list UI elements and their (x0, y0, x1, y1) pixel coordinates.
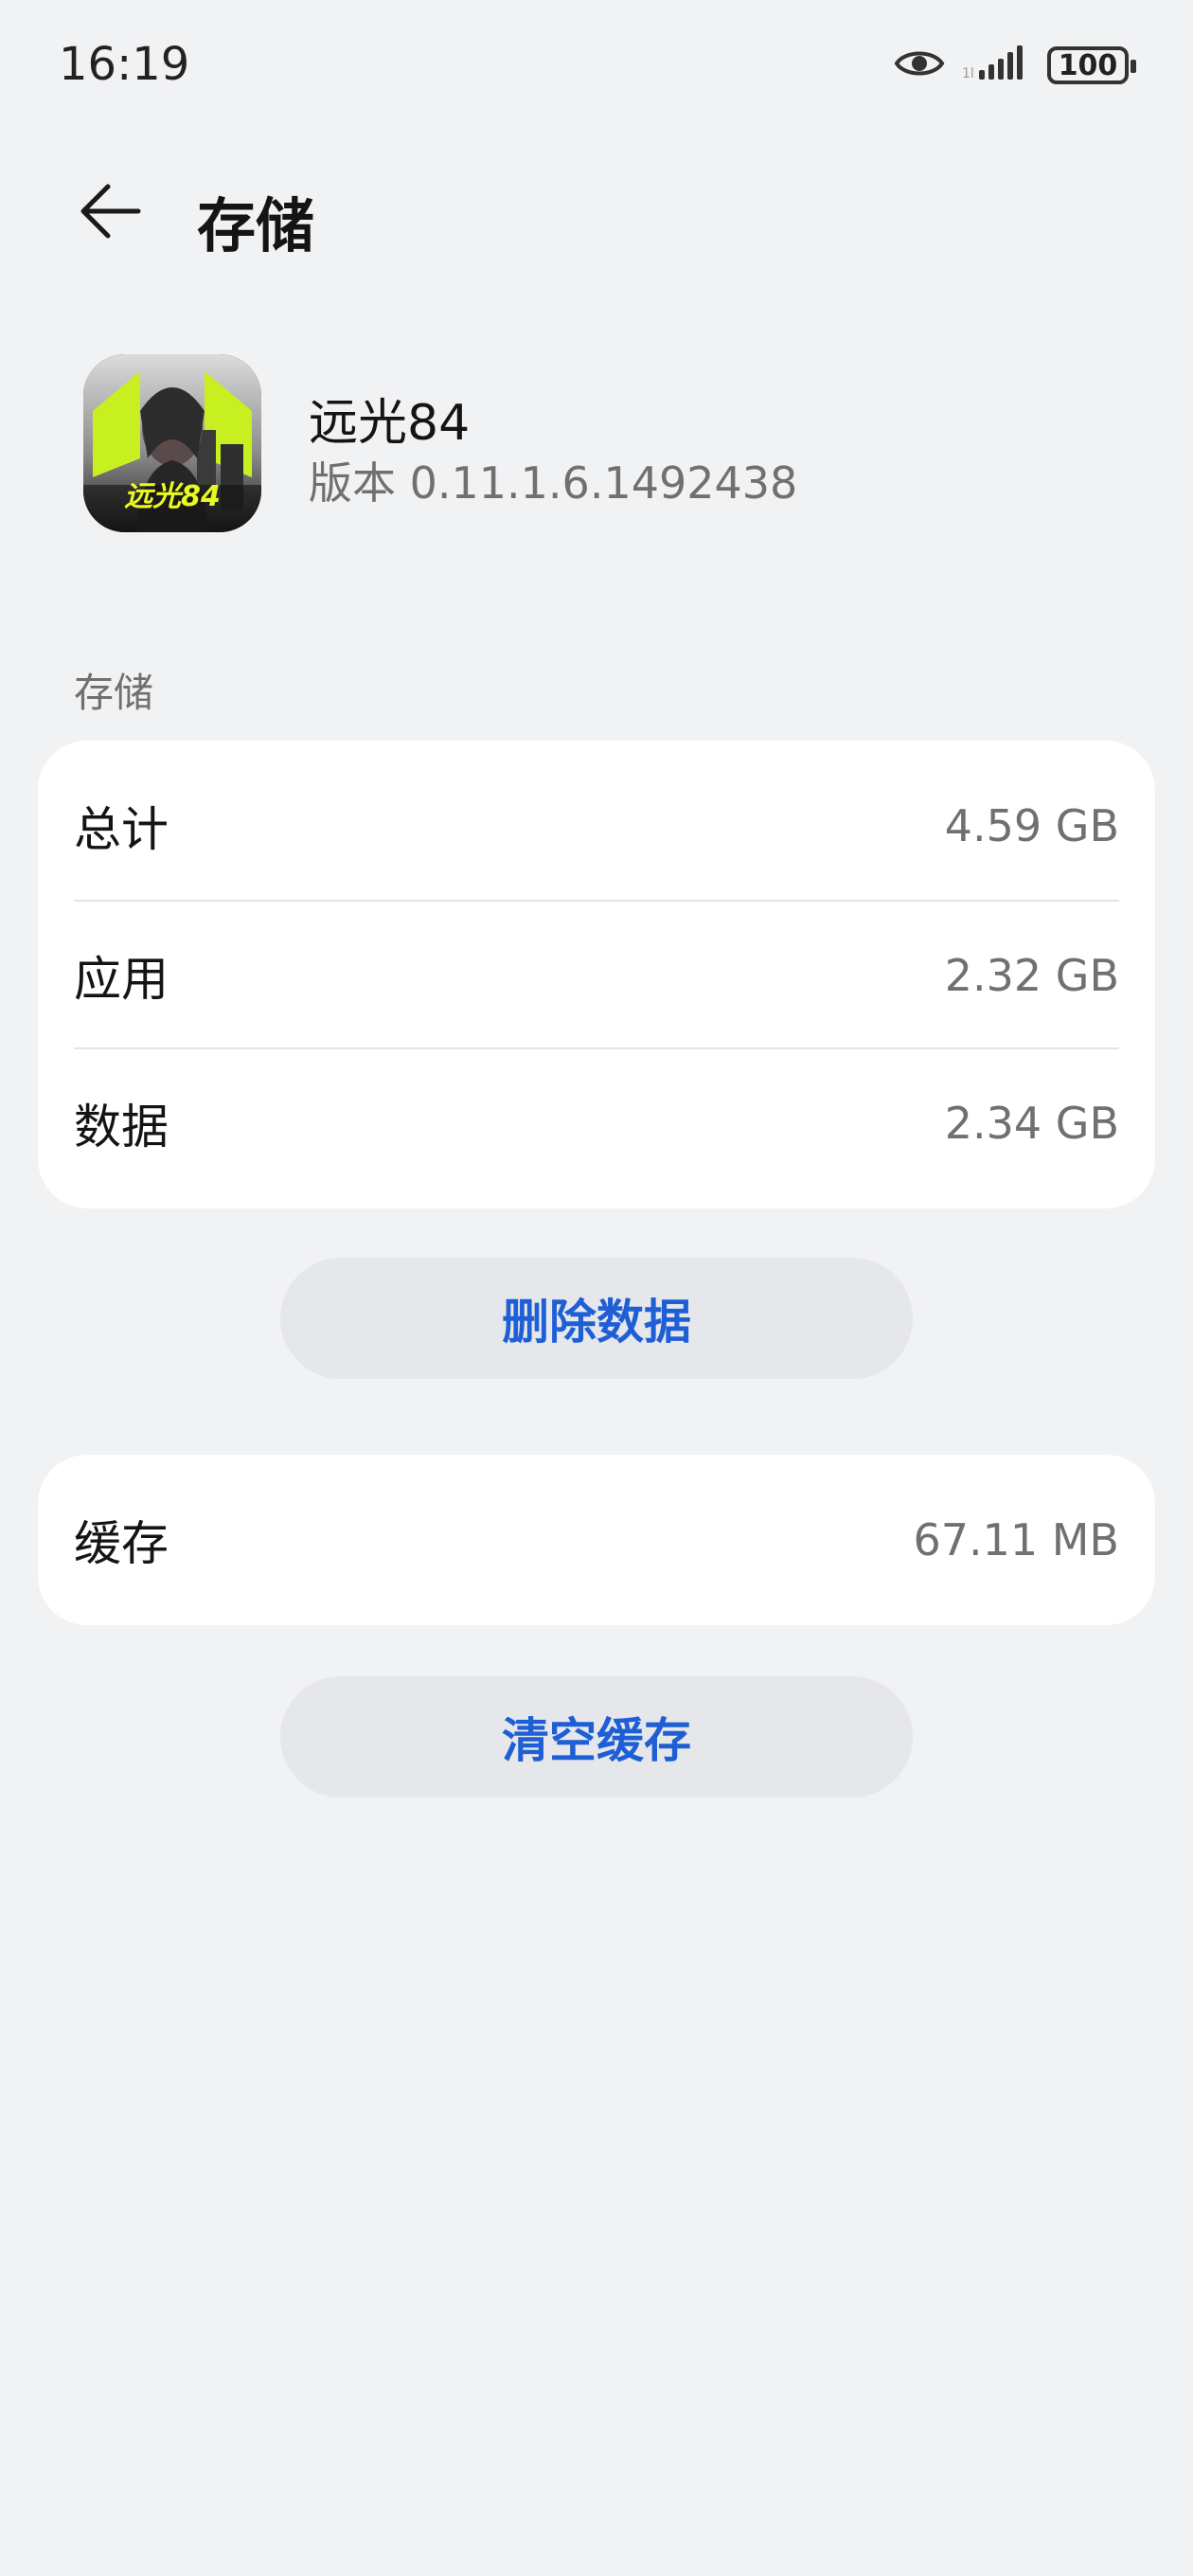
storage-row-data: 数据 2.34 GB (74, 1049, 1119, 1197)
storage-row-total: 总计 4.59 GB (74, 752, 1119, 900)
battery-level: 100 (1058, 48, 1118, 82)
row-value: 4.59 GB (944, 800, 1119, 851)
cache-card: 缓存 67.11 MB (38, 1455, 1155, 1625)
status-bar: 16:19 1l 100 (0, 0, 1193, 137)
svg-text:1l: 1l (962, 66, 974, 81)
row-label: 缓存 (74, 1516, 169, 1571)
storage-row-app: 应用 2.32 GB (74, 902, 1119, 1049)
row-label: 数据 (74, 1100, 169, 1154)
page-title: 存储 (197, 191, 315, 260)
signal-icon: 1l (962, 44, 1030, 87)
status-time: 16:19 (59, 38, 190, 91)
app-icon-text: 远光84 (124, 480, 221, 513)
eye-icon (894, 46, 945, 84)
delete-data-button[interactable]: 删除数据 (280, 1258, 913, 1379)
row-label: 总计 (74, 802, 169, 857)
status-icons: 1l 100 (894, 44, 1136, 87)
section-label-storage: 存储 (74, 670, 154, 716)
header: 存储 (0, 161, 1193, 260)
arrow-left-icon (80, 184, 141, 239)
row-value: 2.34 GB (944, 1098, 1119, 1149)
row-value: 67.11 MB (913, 1514, 1119, 1565)
clear-cache-button[interactable]: 清空缓存 (280, 1676, 913, 1798)
battery-icon: 100 (1047, 46, 1136, 84)
app-version: 版本 0.11.1.6.1492438 (309, 457, 798, 509)
cache-row: 缓存 67.11 MB (74, 1466, 1119, 1614)
app-icon: 远光84 (83, 354, 261, 532)
back-button[interactable] (64, 166, 155, 257)
row-label: 应用 (74, 952, 169, 1007)
storage-card: 总计 4.59 GB 应用 2.32 GB 数据 2.34 GB (38, 741, 1155, 1208)
app-name: 远光84 (309, 395, 471, 452)
row-value: 2.32 GB (944, 950, 1119, 1001)
